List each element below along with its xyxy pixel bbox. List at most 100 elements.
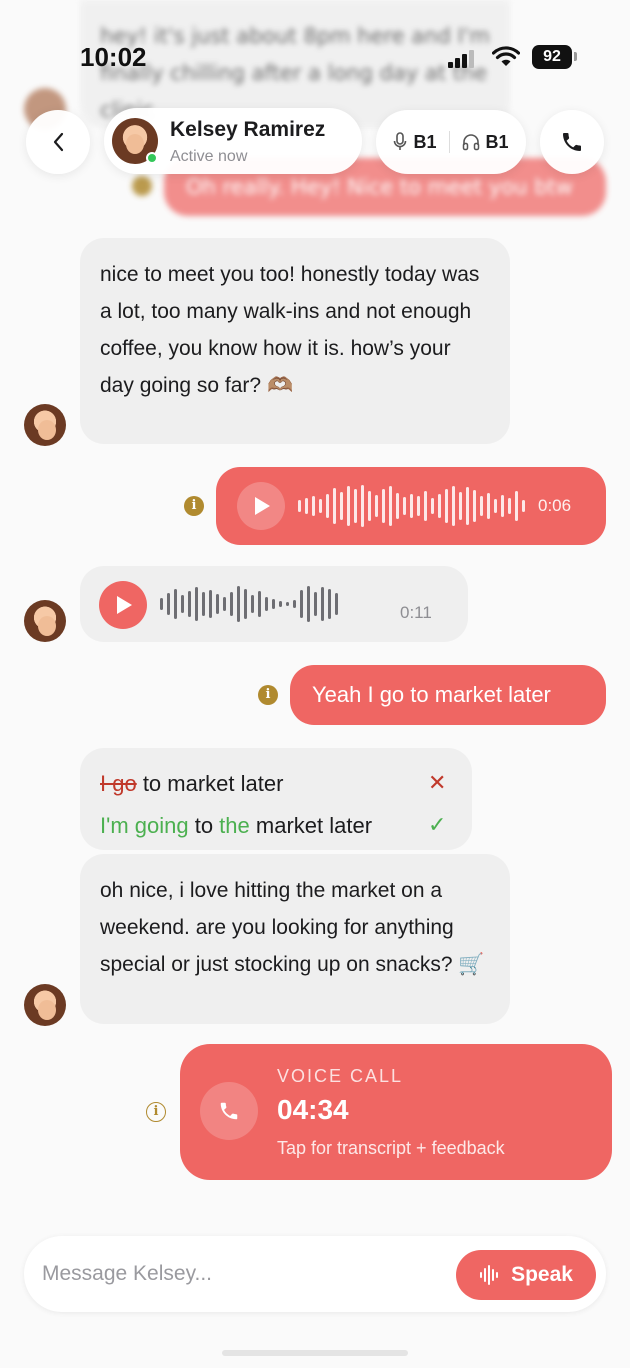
battery-nub [574, 52, 577, 61]
waveform-bar [319, 499, 322, 513]
waveform-bar [361, 485, 364, 527]
call-icon-badge [200, 1082, 258, 1140]
call-label: VOICE CALL [277, 1066, 404, 1086]
kelsey-avatar [24, 600, 66, 642]
waveform-bar [314, 592, 317, 616]
contact-header[interactable]: Kelsey Ramirez Active now [104, 108, 362, 174]
info-icon[interactable]: i [258, 685, 278, 705]
received-voice-message[interactable]: 0:11 [80, 566, 468, 642]
voice-duration: 0:11 [400, 603, 432, 622]
waveform-bar [473, 490, 476, 522]
waveform-bar [445, 489, 448, 523]
play-button[interactable] [99, 581, 147, 629]
signal-icon [448, 48, 480, 68]
info-icon[interactable]: i [146, 1102, 166, 1122]
chevron-left-icon [53, 132, 64, 152]
waveform-bar [410, 494, 413, 518]
waveform-bar [459, 492, 462, 520]
contact-status: Active now [170, 148, 248, 165]
kelsey-avatar [24, 404, 66, 446]
waveform-bar [167, 593, 170, 615]
waveform-bar [335, 593, 338, 615]
voice-call-card[interactable]: VOICE CALL 04:34 Tap for transcript + fe… [180, 1044, 612, 1180]
waveform-bar [368, 491, 371, 521]
waveform-bar [230, 592, 233, 616]
waveform [298, 481, 525, 531]
waveform-bar [466, 487, 469, 525]
original-rest: to market later [136, 771, 284, 796]
waveform-bar [312, 496, 315, 516]
waveform-bar [452, 486, 455, 526]
play-button[interactable] [237, 482, 285, 530]
waveform-bar [382, 489, 385, 523]
play-icon [117, 596, 132, 614]
call-duration: 04:34 [277, 1094, 349, 1125]
contact-name: Kelsey Ramirez [170, 118, 326, 141]
headphones-icon [462, 134, 479, 151]
speaking-level: B1 [393, 131, 437, 153]
waveform-bar [293, 600, 296, 608]
waveform-bar [522, 500, 525, 512]
waveform-bar [396, 493, 399, 519]
waveform-bar [424, 491, 427, 521]
correction-card[interactable]: I go to market later ✕ I'm going to the … [80, 748, 472, 850]
level-indicator[interactable]: B1 B1 [376, 110, 526, 174]
microphone-icon [394, 132, 407, 150]
waveform-bar [265, 597, 268, 611]
check-icon: ✓ [428, 812, 447, 837]
status-time: 10:02 [80, 42, 147, 72]
waveform-bar [328, 589, 331, 619]
speaking-level-label: B1 [413, 131, 437, 152]
correction-highlight: I'm going [100, 813, 189, 838]
waveform-bar [279, 601, 282, 607]
waveform-bar [195, 587, 198, 621]
info-icon[interactable]: i [184, 496, 204, 516]
kelsey-avatar [24, 984, 66, 1026]
waveform-bar [272, 599, 275, 609]
message-input[interactable] [42, 1254, 442, 1294]
received-message: oh nice, i love hitting the market on a … [80, 854, 510, 1024]
waveform-bar [508, 498, 511, 514]
voice-duration: 0:06 [538, 496, 572, 515]
waveform-bar [487, 493, 490, 519]
waveform-bar [438, 494, 441, 518]
call-subtitle: Tap for transcript + feedback [277, 1138, 505, 1158]
waveform-bar [494, 499, 497, 513]
chat-screen: hey! it's just about 8pm here and I'm fi… [0, 0, 630, 1368]
waveform-bar [286, 602, 289, 606]
speak-button[interactable]: Speak [456, 1250, 596, 1300]
waveform-bar [216, 594, 219, 614]
phone-icon [220, 1102, 238, 1120]
waveform-bar [480, 496, 483, 516]
waveform-bar [403, 497, 406, 515]
struck-text: I go [100, 771, 137, 796]
waveform-bar [298, 500, 301, 512]
back-button[interactable] [26, 110, 90, 174]
waveform-bar [209, 590, 212, 618]
sent-message: Yeah I go to market later [290, 665, 606, 725]
waveform [160, 581, 338, 627]
waveform-bar [333, 488, 336, 524]
waveform-bar [501, 495, 504, 517]
sent-voice-message[interactable]: 0:06 [216, 467, 606, 545]
play-icon [255, 497, 270, 515]
waveform-bar [321, 587, 324, 621]
wrong-icon: ✕ [428, 770, 447, 795]
waveform-bar [340, 492, 343, 520]
status-bar: 10:02 92 [0, 0, 630, 110]
blurred-info-icon [132, 176, 152, 196]
waveform-bar [258, 591, 261, 617]
waveform-icon [480, 1265, 499, 1285]
waveform-bar [251, 595, 254, 613]
wifi-icon [492, 46, 520, 66]
call-button[interactable] [540, 110, 604, 174]
waveform-bar [188, 591, 191, 617]
waveform-bar [223, 597, 226, 611]
waveform-bar [202, 592, 205, 616]
waveform-bar [326, 494, 329, 518]
waveform-bar [375, 495, 378, 517]
waveform-bar [307, 586, 310, 622]
correction-text: to [188, 813, 220, 838]
level-divider [448, 131, 450, 153]
waveform-bar [160, 598, 163, 610]
